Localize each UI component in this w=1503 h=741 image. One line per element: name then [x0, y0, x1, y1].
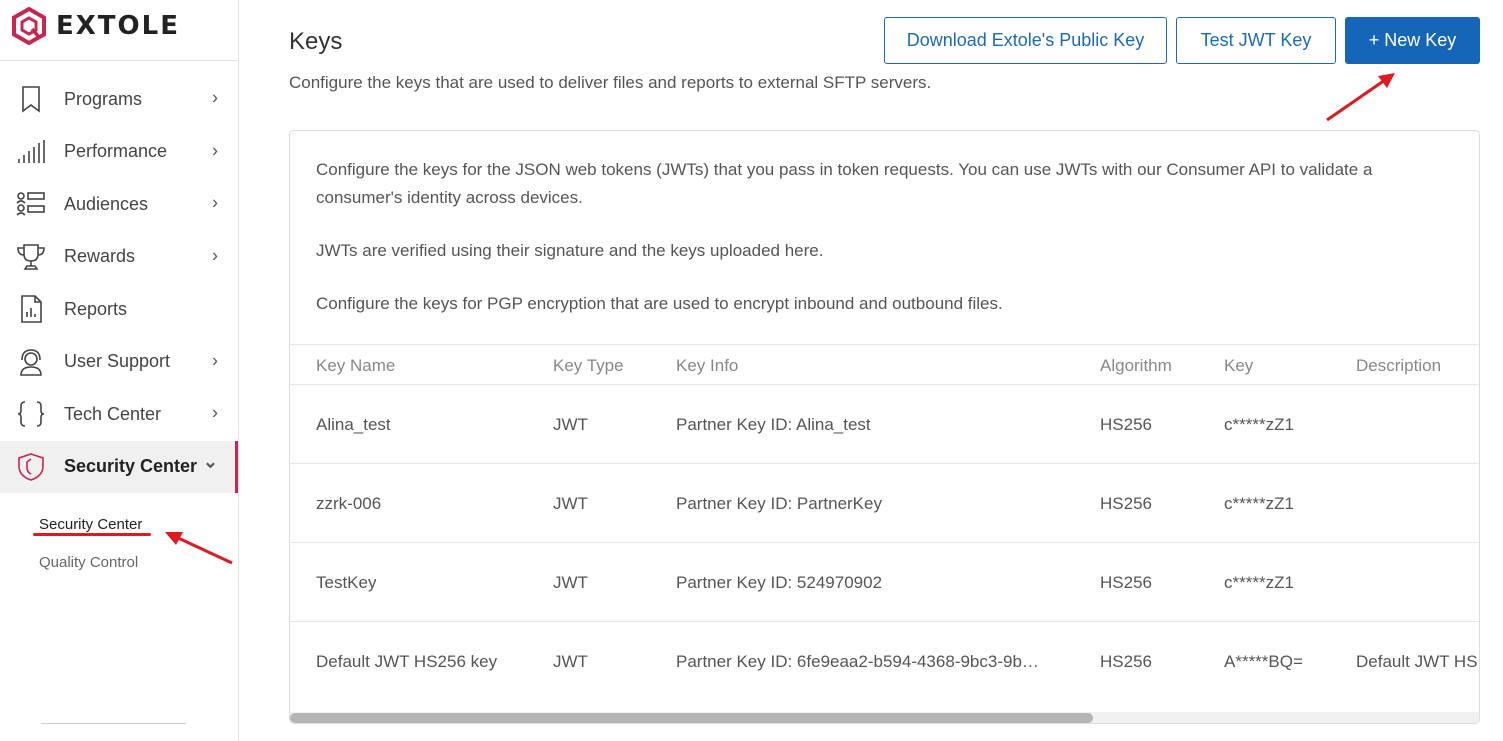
sidebar-item-label: Reports	[64, 298, 128, 319]
column-header-key-name[interactable]: Key Name	[316, 345, 395, 386]
download-public-key-button[interactable]: Download Extole's Public Key	[884, 17, 1167, 64]
table-row[interactable]: Default JWT HS256 key JWT Partner Key ID…	[290, 622, 1479, 701]
cell-key-type: JWT	[553, 652, 588, 671]
column-header-key[interactable]: Key	[1224, 345, 1253, 386]
chevron-down-icon: ⌄	[202, 451, 218, 471]
logo[interactable]: EXTOLE	[12, 6, 180, 46]
braces-icon	[14, 397, 48, 431]
keys-card: Configure the keys for the JSON web toke…	[289, 130, 1480, 724]
cell-key: c*****zZ1	[1224, 415, 1294, 434]
page-title: Keys	[289, 28, 343, 55]
chevron-right-icon: ›	[212, 140, 218, 161]
jwt-verify-description: JWTs are verified using their signature …	[316, 241, 824, 260]
cell-key-info: Partner Key ID: PartnerKey	[676, 494, 882, 513]
divider	[41, 723, 186, 724]
column-header-key-type[interactable]: Key Type	[553, 345, 624, 386]
cell-description	[1356, 464, 1479, 543]
cell-key-type: JWT	[553, 494, 588, 513]
sidebar-item-performance[interactable]: Performance ›	[0, 126, 238, 179]
column-header-key-info[interactable]: Key Info	[676, 345, 1061, 386]
table-row[interactable]: TestKey JWT Partner Key ID: 524970902 HS…	[290, 543, 1479, 622]
sidebar-item-label: Security Center	[64, 456, 198, 477]
sidebar-item-reports[interactable]: Reports	[0, 283, 238, 336]
cell-algorithm: HS256	[1100, 415, 1152, 434]
annotation-arrow-new-key	[1326, 73, 1395, 122]
subnav-item-quality-control[interactable]: Quality Control	[39, 543, 238, 581]
cell-key-name: zzrk-006	[316, 494, 382, 513]
column-header-description[interactable]: Description	[1356, 345, 1479, 386]
headset-icon	[14, 345, 48, 379]
cell-key-info: Partner Key ID: Alina_test	[676, 415, 871, 434]
cell-key-info: Partner Key ID: 6fe9eaa2-b594-4368-9bc3-…	[676, 652, 1039, 671]
shield-icon	[14, 450, 48, 484]
new-key-button[interactable]: + New Key	[1345, 17, 1480, 64]
chevron-right-icon: ›	[212, 245, 218, 266]
sidebar: EXTOLE Programs › Performance › Audience…	[0, 0, 239, 741]
cell-algorithm: HS256	[1100, 494, 1152, 513]
horizontal-scrollbar[interactable]	[290, 712, 1479, 723]
chevron-right-icon: ›	[212, 87, 218, 108]
jwt-description: Configure the keys for the JSON web toke…	[316, 160, 1373, 207]
cell-algorithm: HS256	[1100, 652, 1152, 671]
sidebar-nav: Programs › Performance › Audiences › Rew…	[0, 73, 238, 581]
sidebar-item-security-center[interactable]: Security Center ⌄	[0, 440, 238, 493]
sidebar-subnav: Security Center Quality Control	[0, 493, 238, 581]
sidebar-item-audiences[interactable]: Audiences ›	[0, 178, 238, 231]
page-subtitle: Configure the keys that are used to deli…	[289, 73, 932, 92]
cell-key: A*****BQ=	[1224, 652, 1303, 671]
sidebar-item-label: Programs	[64, 88, 143, 109]
annotation-underline	[33, 533, 151, 536]
cell-key: c*****zZ1	[1224, 494, 1294, 513]
cell-key: c*****zZ1	[1224, 573, 1294, 592]
cell-key-name: Default JWT HS256 key	[316, 652, 498, 671]
subnav-item-security-center[interactable]: Security Center	[39, 505, 238, 543]
sidebar-item-rewards[interactable]: Rewards ›	[0, 231, 238, 284]
cell-key-name: Alina_test	[316, 415, 391, 434]
divider	[0, 60, 238, 61]
chevron-right-icon: ›	[212, 192, 218, 213]
cell-description: Default JWT HS	[1356, 652, 1478, 671]
sidebar-item-label: User Support	[64, 351, 171, 372]
cell-key-type: JWT	[553, 415, 588, 434]
trophy-icon	[14, 240, 48, 274]
cell-key-name: TestKey	[316, 573, 377, 592]
table-row[interactable]: Alina_test JWT Partner Key ID: Alina_tes…	[290, 385, 1479, 464]
column-header-algorithm[interactable]: Algorithm	[1100, 345, 1172, 386]
sidebar-item-programs[interactable]: Programs ›	[0, 73, 238, 126]
cell-key-info: Partner Key ID: 524970902	[676, 573, 883, 592]
pgp-description: Configure the keys for PGP encryption th…	[316, 294, 1003, 313]
cell-key-type: JWT	[553, 573, 588, 592]
app-window: EXTOLE Programs › Performance › Audience…	[0, 0, 1503, 741]
cell-algorithm: HS256	[1100, 573, 1152, 592]
sidebar-item-user-support[interactable]: User Support ›	[0, 336, 238, 389]
sidebar-item-label: Audiences	[64, 193, 149, 214]
chevron-right-icon: ›	[212, 402, 218, 423]
sidebar-item-label: Performance	[64, 141, 168, 162]
test-jwt-key-button[interactable]: Test JWT Key	[1176, 17, 1336, 64]
table-row[interactable]: zzrk-006 JWT Partner Key ID: PartnerKey …	[290, 464, 1479, 543]
cell-description	[1356, 543, 1479, 622]
sidebar-item-label: Tech Center	[64, 403, 162, 424]
bar-signal-icon	[14, 135, 48, 169]
sidebar-item-tech-center[interactable]: Tech Center ›	[0, 388, 238, 441]
sidebar-item-label: Rewards	[64, 246, 136, 267]
chevron-right-icon: ›	[212, 350, 218, 371]
cell-description	[1356, 385, 1479, 464]
audience-icon	[14, 187, 48, 221]
table-header: Key Name Key Type Key Info Algorithm Key…	[290, 344, 1479, 386]
extole-logo-icon	[12, 7, 46, 45]
report-icon	[14, 292, 48, 326]
scrollbar-thumb[interactable]	[290, 713, 1093, 723]
bookmark-icon	[14, 82, 48, 116]
keys-table: Key Name Key Type Key Info Algorithm Key…	[290, 344, 1479, 709]
brand-name: EXTOLE	[56, 11, 180, 41]
